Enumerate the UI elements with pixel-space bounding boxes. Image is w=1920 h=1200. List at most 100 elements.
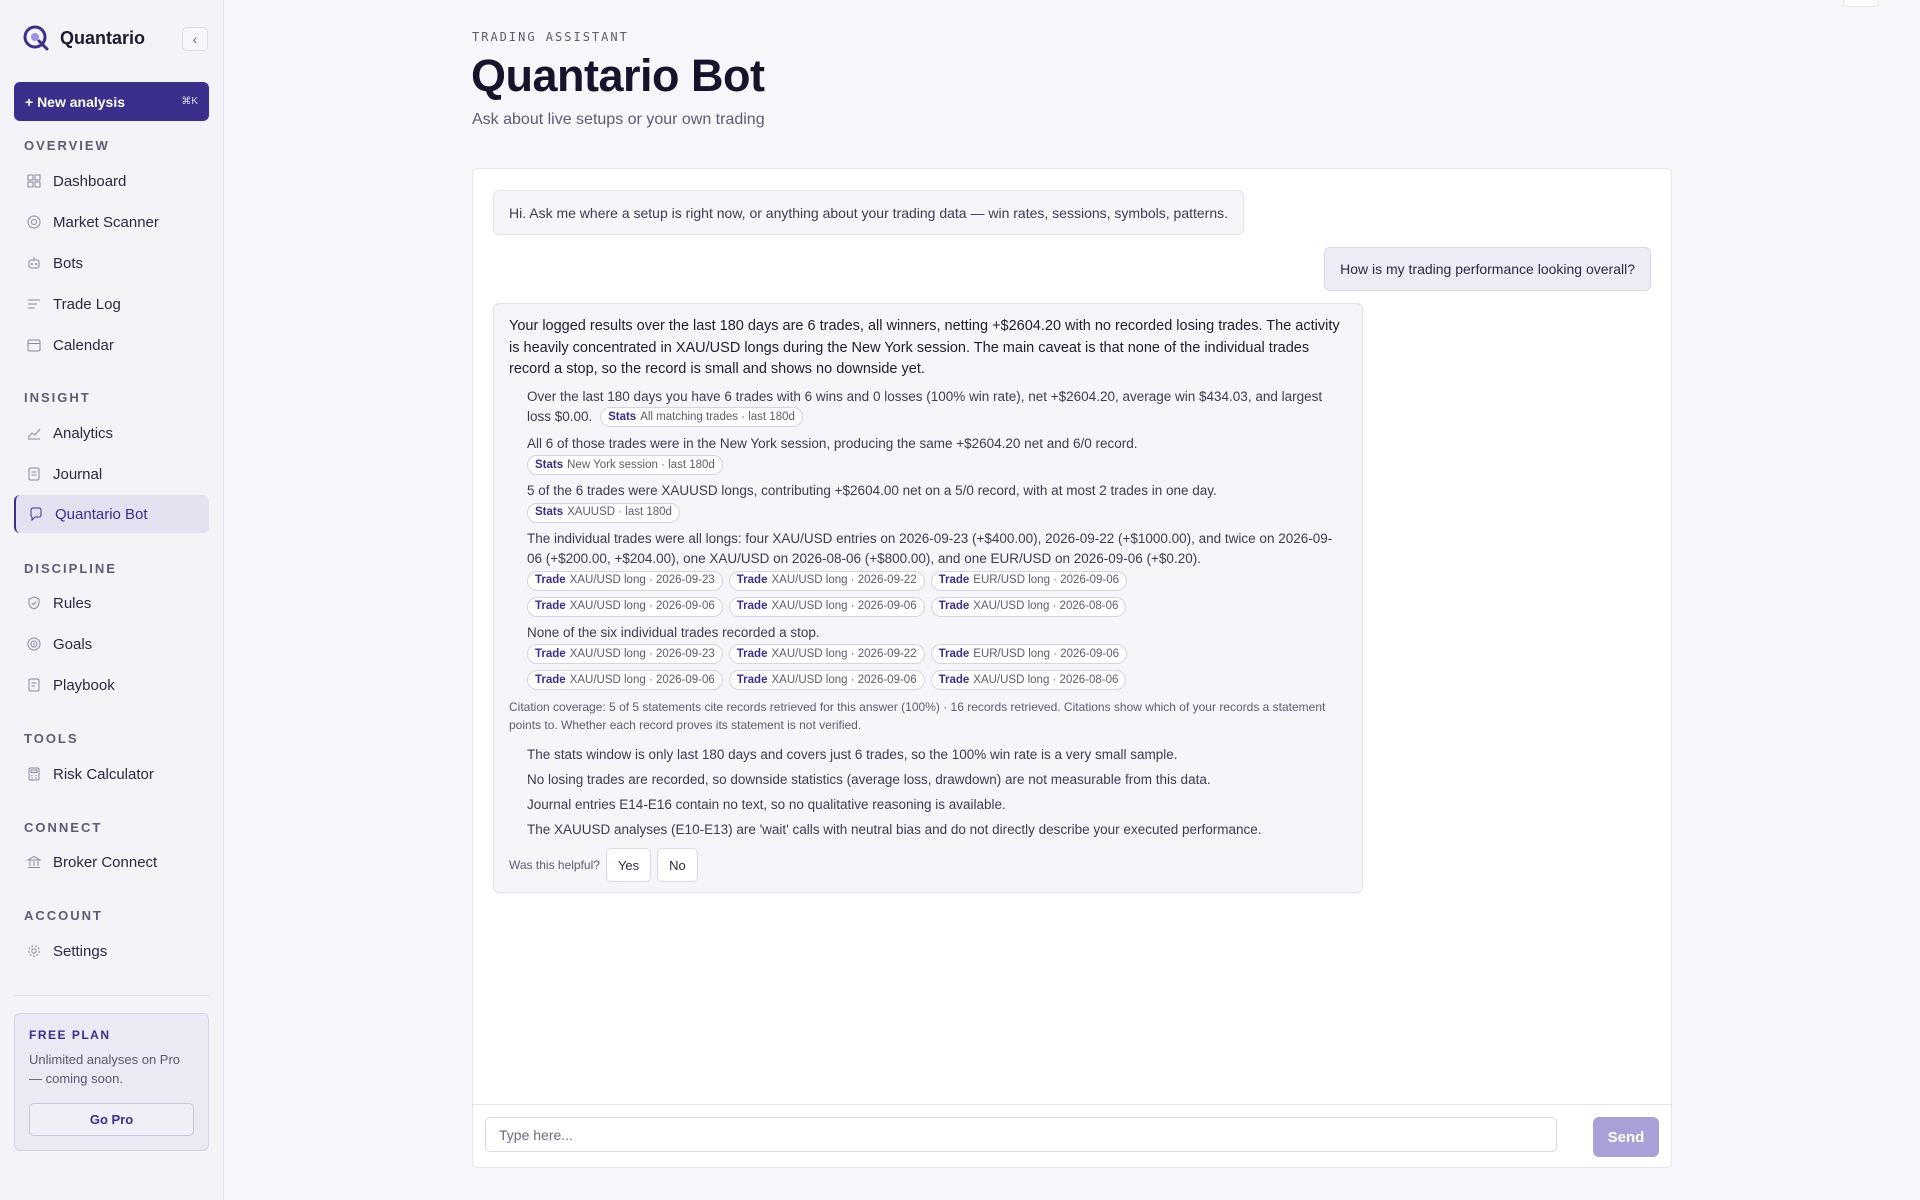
plan-card: FREE PLAN Unlimited analyses on Pro — co… — [14, 1013, 209, 1151]
citation-kind: Stats — [535, 506, 564, 519]
bot-response-summary: Your logged results over the last 180 da… — [509, 318, 1340, 377]
citation-kind: Trade — [736, 600, 768, 613]
sidebar-item-label: Bots — [53, 254, 84, 272]
sidebar-item-bots[interactable]: Bots — [14, 244, 209, 282]
sidebar-item-market-scanner[interactable]: Market Scanner — [14, 203, 209, 241]
citation-kind: Trade — [535, 673, 566, 686]
sidebar-item-label: Analytics — [53, 424, 114, 442]
citation-label: XAU/USD long · 2026-08-06 — [973, 600, 1119, 613]
page-eyebrow: TRADING ASSISTANT — [472, 30, 629, 44]
caveats-list: The stats window is only last 180 days a… — [509, 742, 1347, 842]
sidebar-item-label: Quantario Bot — [55, 505, 148, 523]
plan-text: Unlimited analyses on Pro — coming soon. — [29, 1052, 181, 1086]
new-analysis-button[interactable]: + New analysis ⌘K — [14, 82, 209, 121]
citation-label: XAU/USD long · 2026-09-22 — [771, 574, 917, 587]
citation-kind: Trade — [938, 600, 970, 613]
citation-kind: Trade — [938, 647, 970, 660]
citation-chips: Stats New York session · last 180d — [527, 455, 1347, 475]
section-label-overview: OVERVIEW — [24, 138, 110, 153]
citation-chip[interactable]: Trade XAU/USD long · 2026-09-06 — [728, 596, 925, 617]
target-icon — [26, 637, 41, 652]
sidebar-item-calendar[interactable]: Calendar — [14, 326, 209, 364]
sidebar-item-risk-calculator[interactable]: Risk Calculator — [14, 755, 209, 793]
citation-kind: Trade — [736, 574, 768, 587]
citation-kind: Trade — [535, 600, 566, 613]
sidebar: Quantario ‹ + New analysis ⌘K OVERVIEW D… — [0, 0, 224, 1200]
citation-chip[interactable]: Stats All matching trades · last 180d — [600, 407, 803, 428]
sidebar-item-label: Journal — [53, 465, 103, 483]
citation-chip[interactable]: Stats New York session · last 180d — [527, 455, 723, 475]
sidebar-item-label: Rules — [53, 594, 92, 612]
robot-icon — [26, 256, 41, 271]
bot-claim: None of the six individual trades record… — [509, 623, 1347, 690]
citation-chip[interactable]: Trade XAU/USD long · 2026-09-22 — [728, 644, 925, 664]
sidebar-item-dashboard[interactable]: Dashboard — [14, 162, 209, 200]
citation-kind: Trade — [535, 574, 566, 587]
sidebar-item-analytics[interactable]: Analytics — [14, 414, 209, 452]
sidebar-item-label: Playbook — [53, 676, 115, 694]
bot-greeting-message: Hi. Ask me where a setup is right now, o… — [493, 190, 1245, 235]
sidebar-item-quantario-bot[interactable]: Quantario Bot — [14, 495, 209, 533]
go-pro-button[interactable]: Go Pro — [29, 1103, 194, 1136]
citation-chips: Stats XAUUSD · last 180d — [527, 502, 1347, 523]
citation-chip[interactable]: Trade XAU/USD long · 2026-08-06 — [930, 670, 1127, 690]
collapse-sidebar-button[interactable]: ‹ — [182, 27, 208, 51]
sidebar-item-label: Dashboard — [53, 172, 127, 190]
citation-chip[interactable]: Stats XAUUSD · last 180d — [527, 502, 680, 523]
citation-kind: Trade — [938, 673, 970, 686]
feedback-question: Was this helpful? — [509, 858, 600, 872]
sidebar-item-settings[interactable]: Settings — [14, 932, 209, 970]
feedback-yes-button[interactable]: Yes — [605, 848, 652, 882]
citation-chip[interactable]: Trade EUR/USD long · 2026-09-06 — [930, 570, 1128, 591]
sidebar-item-goals[interactable]: Goals — [14, 625, 209, 663]
list-icon — [26, 297, 41, 312]
citation-label: XAU/USD long · 2026-09-22 — [771, 647, 917, 660]
calculator-icon — [26, 767, 41, 782]
brand[interactable]: Quantario — [22, 24, 145, 52]
sidebar-item-label: Calendar — [53, 336, 114, 354]
calendar-icon — [26, 338, 41, 353]
citation-chip[interactable]: Trade XAU/USD long · 2026-09-06 — [527, 670, 723, 690]
chat-input[interactable] — [485, 1117, 1557, 1152]
sidebar-item-rules[interactable]: Rules — [14, 584, 209, 622]
citation-chip[interactable]: Trade XAU/USD long · 2026-09-06 — [728, 670, 925, 690]
citation-chip[interactable]: Trade XAU/USD long · 2026-09-06 — [527, 596, 723, 617]
quantario-logo-icon — [23, 25, 49, 51]
book-icon — [26, 678, 41, 693]
feedback-no-button[interactable]: No — [657, 848, 698, 882]
sidebar-item-trade-log[interactable]: Trade Log — [14, 285, 209, 323]
sidebar-item-journal[interactable]: Journal — [14, 455, 209, 493]
sidebar-item-label: Trade Log — [53, 295, 121, 313]
claim-text: All 6 of those trades were in the New Yo… — [527, 435, 1138, 451]
new-analysis-shortcut: ⌘K — [181, 96, 198, 107]
citation-label: XAU/USD long · 2026-09-23 — [569, 574, 715, 587]
chat-panel: Hi. Ask me where a setup is right now, o… — [472, 168, 1672, 1168]
bot-response-message: Your logged results over the last 180 da… — [493, 303, 1363, 893]
user-message: How is my trading performance looking ov… — [1324, 247, 1651, 291]
bot-claim: 5 of the 6 trades were XAUUSD longs, con… — [509, 481, 1347, 523]
citation-label: EUR/USD long · 2026-09-06 — [973, 647, 1120, 660]
send-button[interactable]: Send — [1593, 1117, 1659, 1157]
citation-chip[interactable]: Trade XAU/USD long · 2026-09-23 — [527, 644, 723, 664]
chat-composer: Send — [473, 1104, 1671, 1168]
sidebar-item-playbook[interactable]: Playbook — [14, 666, 209, 704]
citation-chip[interactable]: Trade EUR/USD long · 2026-09-06 — [930, 644, 1128, 664]
citation-coverage-note: Citation coverage: 5 of 5 statements cit… — [509, 700, 1326, 732]
section-label-account: ACCOUNT — [24, 908, 103, 923]
shield-check-icon — [26, 596, 41, 611]
citation-label: EUR/USD long · 2026-09-06 — [973, 574, 1120, 587]
chat-bubble-icon — [28, 507, 43, 522]
citation-chip[interactable]: Trade XAU/USD long · 2026-08-06 — [930, 596, 1127, 617]
citation-chip[interactable]: Trade XAU/USD long · 2026-09-22 — [728, 570, 925, 591]
citation-kind: Trade — [736, 673, 768, 686]
sidebar-item-broker-connect[interactable]: Broker Connect — [14, 843, 209, 881]
bank-icon — [26, 855, 41, 870]
gear-icon — [26, 944, 41, 959]
citation-chip[interactable]: Trade XAU/USD long · 2026-09-23 — [527, 570, 723, 591]
section-label-insight: INSIGHT — [24, 390, 91, 405]
page-title: Quantario Bot — [471, 50, 765, 101]
top-right-control[interactable] — [1843, 0, 1879, 7]
citation-label: New York session · last 180d — [567, 458, 715, 471]
citation-label: XAU/USD long · 2026-08-06 — [973, 673, 1119, 686]
sidebar-divider — [14, 995, 209, 996]
